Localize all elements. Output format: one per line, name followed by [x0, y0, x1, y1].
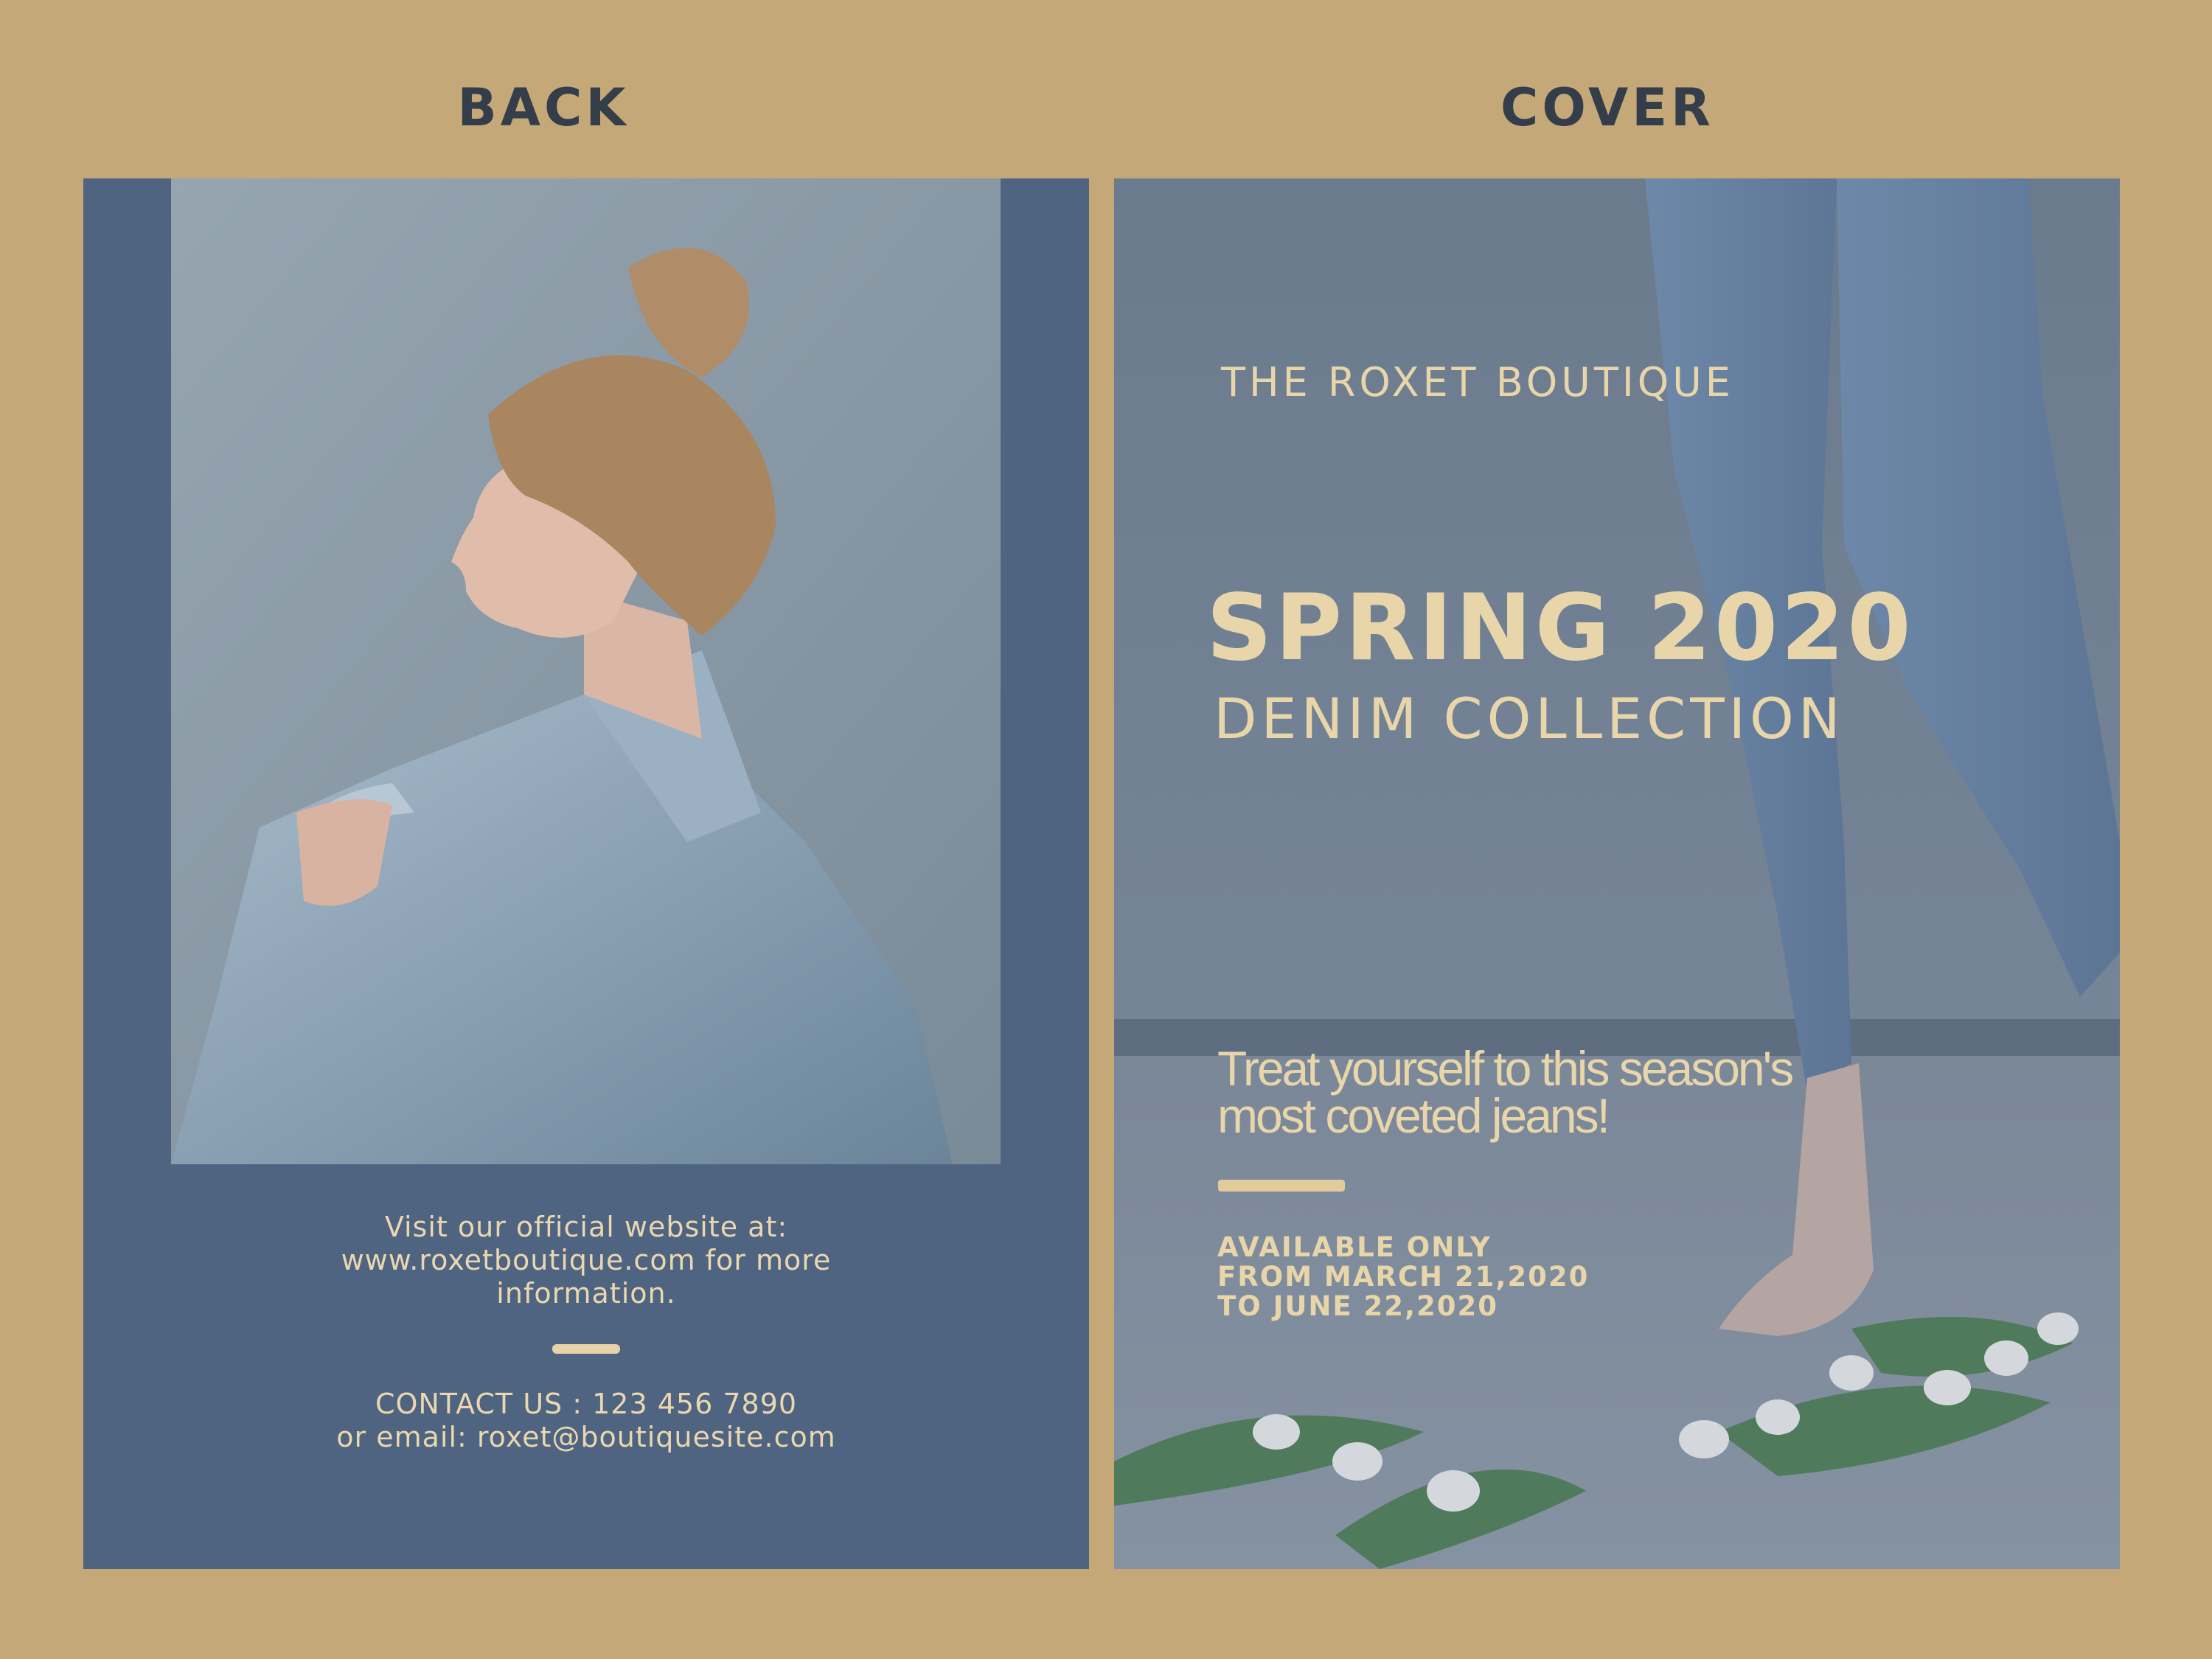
cover-heading: COVER: [1500, 77, 1714, 138]
availability-line-2: FROM MARCH 21,2020: [1217, 1261, 1590, 1293]
website-line-1: Visit our official website at:: [384, 1211, 788, 1243]
contact-line-2: or email: roxet@boutiquesite.com: [336, 1421, 836, 1453]
availability: AVAILABLE ONLY FROM MARCH 21,2020 TO JUN…: [1217, 1233, 1589, 1321]
back-heading: BACK: [457, 77, 630, 138]
availability-line-3: TO JUNE 22,2020: [1217, 1290, 1499, 1322]
subheadline: DENIM COLLECTION: [1214, 686, 1845, 751]
tagline: Treat yourself to this season's most cov…: [1217, 1041, 1794, 1143]
cover-divider: [1218, 1180, 1345, 1192]
website-line-2: www.roxetboutique.com for more: [341, 1244, 832, 1276]
woman-denim-jacket-photo: [171, 178, 1001, 1164]
brand-name: THE ROXET BOUTIQUE: [1221, 359, 1734, 406]
tagline-line-2: most coveted jeans!: [1217, 1088, 1610, 1143]
back-panel: Visit our official website at: www.roxet…: [83, 178, 1089, 1569]
back-info: Visit our official website at: www.roxet…: [83, 1211, 1089, 1454]
headline: SPRING 2020: [1206, 575, 1914, 681]
back-divider: [552, 1344, 620, 1354]
tagline-line-1: Treat yourself to this season's: [1217, 1041, 1794, 1096]
availability-line-1: AVAILABLE ONLY: [1217, 1231, 1492, 1263]
cover-panel: THE ROXET BOUTIQUE SPRING 2020 DENIM COL…: [1114, 178, 2120, 1569]
contact-line-1: CONTACT US : 123 456 7890: [375, 1388, 798, 1420]
website-line-3: information.: [496, 1277, 676, 1310]
photo-illustration: [171, 178, 1001, 1164]
